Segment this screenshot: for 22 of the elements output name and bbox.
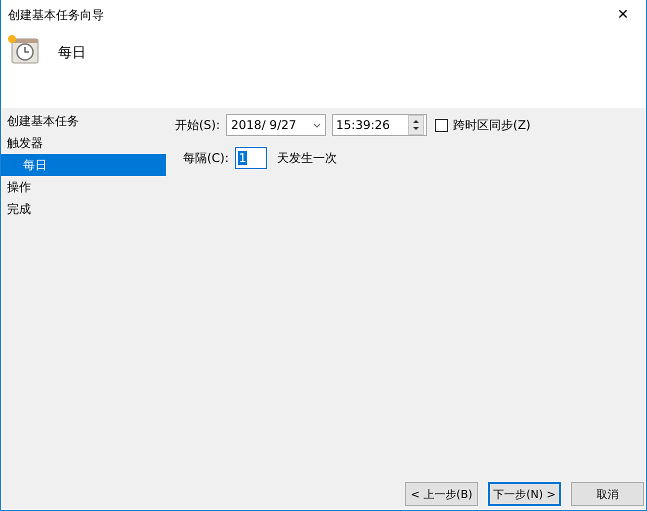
sync-label: 跨时区同步(Z) bbox=[453, 116, 531, 134]
sidebar-item[interactable]: 创建基本任务 bbox=[1, 110, 166, 132]
sidebar-item[interactable]: 触发器 bbox=[1, 132, 166, 154]
start-label: 开始(S): bbox=[175, 116, 220, 134]
interval-label: 每隔(C): bbox=[183, 150, 229, 166]
sidebar-item[interactable]: 操作 bbox=[1, 176, 166, 198]
page-heading: 每日 bbox=[58, 44, 86, 62]
interval-unit: 天发生一次 bbox=[276, 150, 337, 166]
calendar-clock-icon bbox=[6, 34, 40, 64]
wizard-button[interactable]: 取消 bbox=[571, 482, 644, 506]
sidebar-item[interactable]: 完成 bbox=[1, 198, 166, 220]
interval-field[interactable]: 1 bbox=[234, 147, 267, 169]
close-button[interactable]: ✕ bbox=[600, 0, 646, 30]
chevron-down-icon bbox=[313, 122, 322, 128]
wizard-button[interactable]: < 上一步(B) bbox=[405, 482, 478, 506]
spinner-icon[interactable] bbox=[408, 115, 424, 135]
sidebar-item[interactable]: 每日 bbox=[1, 154, 166, 176]
window-title: 创建基本任务向导 bbox=[8, 6, 104, 24]
wizard-button[interactable]: 下一步(N) > bbox=[488, 482, 561, 506]
time-field[interactable]: 15:39:26 bbox=[332, 114, 428, 136]
sync-checkbox[interactable] bbox=[435, 118, 448, 132]
date-picker[interactable]: 2018/ 9/27 bbox=[226, 114, 326, 136]
